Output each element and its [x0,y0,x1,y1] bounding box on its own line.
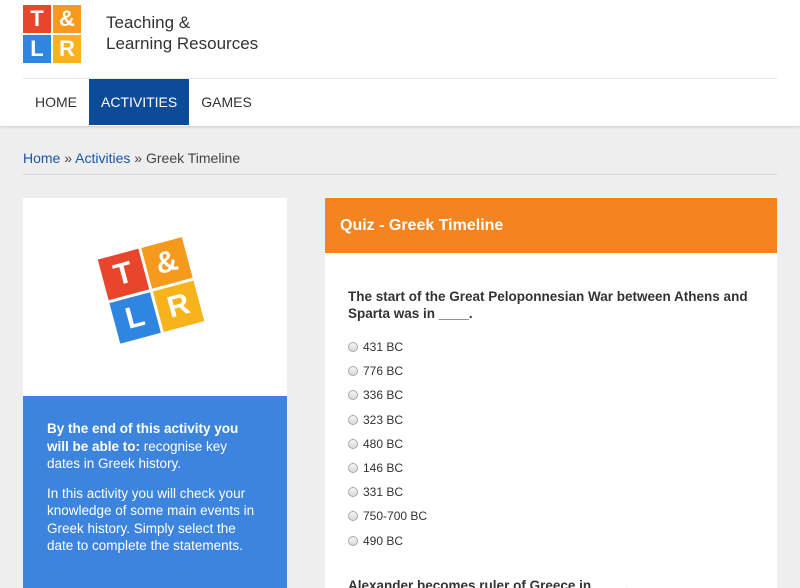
quiz-title: Quiz - Greek Timeline [325,198,777,253]
option-label: 336 BC [363,388,404,403]
breadcrumb-separator: » [134,150,143,166]
option-label: 431 BC [363,340,404,355]
radio-button[interactable] [348,487,358,498]
main-nav: HOME ACTIVITIES GAMES [23,79,264,125]
radio-button[interactable] [348,535,358,546]
option-label: 146 BC [363,461,404,476]
logo-tile-t: T [23,5,51,33]
question-1-options: 431 BC 776 BC 336 BC 323 BC 480 BC 146 B… [348,335,427,553]
brand-line-2: Learning Resources [106,34,259,53]
quiz-panel: Quiz - Greek Timeline The start of the G… [325,198,777,588]
brand-line-1: Teaching & [106,13,191,32]
breadcrumb-home[interactable]: Home [23,150,60,166]
breadcrumb-separator: » [64,150,73,166]
answer-option[interactable]: 490 BC [348,529,427,553]
logo-tile-amp: & [53,5,81,33]
answer-option[interactable]: 323 BC [348,408,427,432]
radio-button[interactable] [348,511,358,522]
option-label: 480 BC [363,436,404,451]
breadcrumb: Home » Activities » Greek Timeline [23,150,240,166]
learning-objectives-box: By the end of this activity you will be … [23,396,287,588]
logo-tile-r: R [53,35,81,63]
radio-button[interactable] [348,438,358,449]
answer-option[interactable]: 146 BC [348,456,427,480]
option-label: 490 BC [363,533,404,548]
option-label: 776 BC [363,364,404,379]
activity-description: In this activity you will check your kno… [47,485,255,554]
radio-button[interactable] [348,342,358,353]
radio-button[interactable] [348,390,358,401]
answer-option[interactable]: 750-700 BC [348,504,427,528]
breadcrumb-activities[interactable]: Activities [75,150,130,166]
site-header: T & L R Teaching & Learning Resources HO… [0,0,800,126]
answer-option[interactable]: 336 BC [348,383,427,407]
nav-item-home[interactable]: HOME [23,79,89,125]
option-label: 323 BC [363,412,404,427]
tile-amp: & [141,237,193,289]
option-label: 750-700 BC [363,509,428,524]
tlr-logo[interactable]: T & L R [23,5,82,63]
answer-option[interactable]: 331 BC [348,480,427,504]
tile-r: R [152,280,205,333]
answer-option[interactable]: 480 BC [348,432,427,456]
brand-name[interactable]: Teaching & Learning Resources [106,12,258,54]
question-2-text: Alexander becomes ruler of Greece in ___… [348,578,629,588]
breadcrumb-current: Greek Timeline [145,150,241,166]
breadcrumb-divider [23,174,777,175]
nav-item-activities[interactable]: ACTIVITIES [89,79,190,125]
objective-text: By the end of this activity you will be … [47,420,263,473]
question-1-text: The start of the Great Peloponnesian War… [348,289,748,321]
radio-button[interactable] [348,366,358,377]
radio-button[interactable] [348,414,358,425]
answer-option[interactable]: 431 BC [348,335,427,359]
nav-item-games[interactable]: GAMES [189,79,264,125]
radio-button[interactable] [348,463,358,474]
answer-option[interactable]: 776 BC [348,359,427,383]
logo-tile-l: L [23,35,51,63]
option-label: 331 BC [363,485,404,500]
